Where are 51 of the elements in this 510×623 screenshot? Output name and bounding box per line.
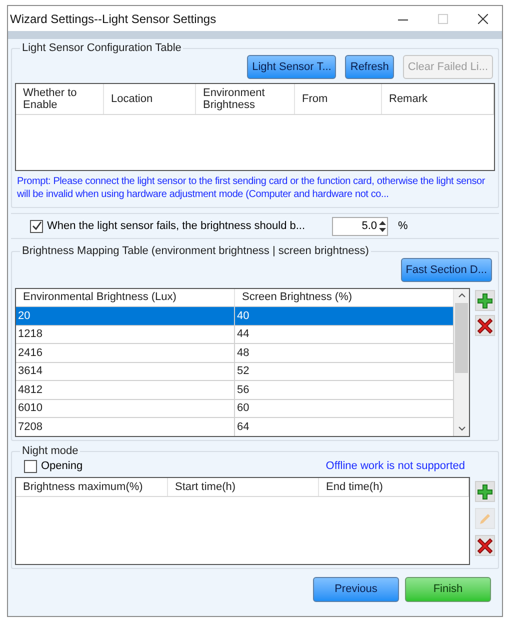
column-header: Environmental Brightness (Lux)	[16, 289, 235, 306]
group-legend: Brightness Mapping Table (environment brightness | screen brightness)	[20, 244, 371, 258]
add-button[interactable]	[475, 290, 495, 311]
delete-button[interactable]	[475, 535, 495, 556]
table-row[interactable]: 4812 56	[16, 381, 454, 400]
scrollbar[interactable]	[454, 289, 469, 436]
column-header: From	[295, 84, 382, 114]
checkbox[interactable]	[24, 460, 37, 472]
toolbar-button[interactable]: Light Sensor T...	[247, 55, 336, 79]
fast-section-button[interactable]: Fast Section D...	[400, 258, 492, 282]
brightness-spinbox[interactable]: 5.0	[332, 216, 388, 236]
column-header: Brightness maximum(%)	[16, 478, 168, 496]
table-row[interactable]: 7208 64	[16, 418, 454, 436]
table-row[interactable]: 6010 60	[16, 400, 454, 418]
group-legend: Light Sensor Configuration Table	[20, 41, 184, 55]
table-row[interactable]: 2416 48	[16, 344, 454, 362]
fail-option-label: When the light sensor fails, the brightness should b...	[47, 218, 306, 234]
table-row[interactable]: 1218 44	[16, 326, 454, 344]
offline-note: Offline work is not supported	[326, 458, 465, 474]
table-row[interactable]: 3614 52	[16, 362, 454, 381]
column-header: Location	[104, 84, 196, 114]
column-header: Start time(h)	[168, 478, 319, 496]
delete-icon	[477, 318, 493, 334]
table-cell: 6010	[16, 400, 235, 417]
table-cell: 1218	[16, 326, 235, 343]
add-button[interactable]	[475, 481, 495, 502]
prompt-text: Prompt: Please connect the light sensor to the first sending card or the function card, otherwise the light sensor will be invalid when using hardware adjustment mode (Computer and hardware not co...	[16, 175, 486, 201]
delete-icon	[477, 538, 493, 554]
column-header: Environment Brightness	[196, 84, 295, 114]
close-icon[interactable]	[478, 14, 488, 24]
table-cell: 4812	[16, 381, 235, 398]
column-header: Remark	[382, 84, 494, 114]
toolbar-button[interactable]: Refresh	[345, 55, 394, 79]
opening-label: Opening	[41, 458, 84, 474]
table-cell: 20	[16, 307, 235, 324]
table-row[interactable]: 20 40	[16, 307, 454, 326]
pencil-icon	[478, 512, 492, 526]
group-legend: Night mode	[20, 444, 80, 458]
plus-icon	[477, 292, 493, 308]
window-title: Wizard Settings--Light Sensor Settings	[10, 10, 218, 28]
table-cell: 3614	[16, 362, 235, 380]
column-header: End time(h)	[319, 478, 469, 496]
finish-button[interactable]: Finish	[405, 577, 491, 602]
column-header: Whether to Enable	[16, 84, 104, 114]
table-cell: 7208	[16, 418, 235, 436]
delete-button[interactable]	[475, 315, 495, 336]
plus-icon	[477, 484, 493, 500]
previous-button[interactable]: Previous	[313, 577, 399, 602]
unit-label: %	[398, 218, 408, 234]
table-cell: 2416	[16, 344, 235, 362]
checkbox[interactable]	[30, 220, 43, 232]
